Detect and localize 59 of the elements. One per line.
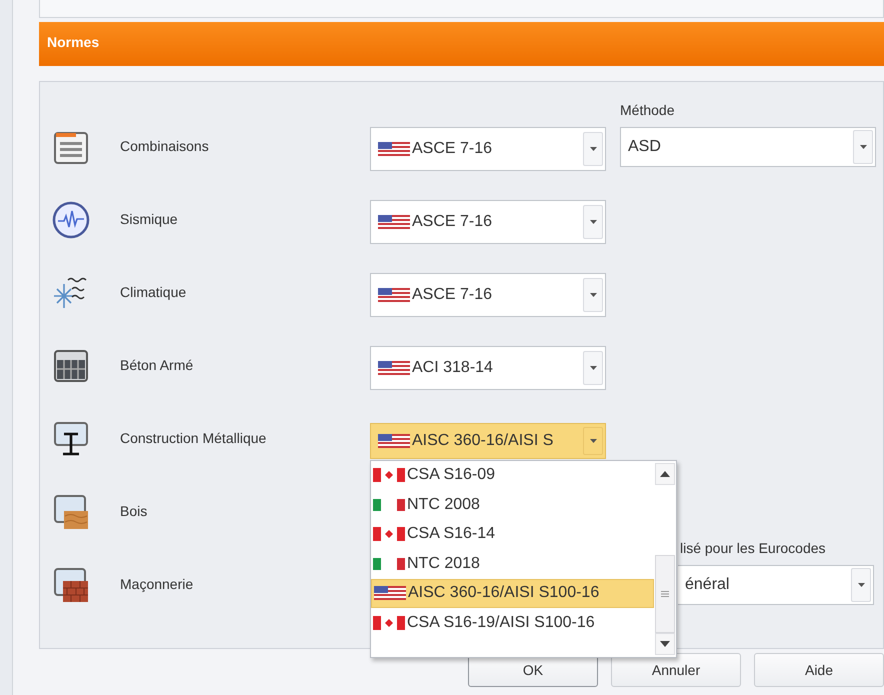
caret-icon	[860, 145, 866, 149]
dropdown-option[interactable]: CSA S16-19/AISI S100-16	[371, 608, 654, 638]
dropdown-field[interactable]: ASD	[620, 127, 876, 167]
caret-icon	[590, 146, 596, 150]
us-flag-icon	[378, 288, 410, 302]
standard-label: Béton Armé	[120, 356, 194, 375]
field-label: lisé pour les Eurocodes	[680, 539, 827, 558]
scroll-up-button[interactable]	[655, 462, 675, 484]
us-flag-icon	[378, 142, 410, 156]
standard-label: Sismique	[120, 210, 178, 229]
us-flag-icon	[378, 434, 410, 448]
standard-label: Maçonnerie	[120, 575, 194, 594]
caret-icon	[858, 583, 864, 587]
dropdown-button[interactable]	[851, 568, 871, 602]
standard-label: Bois	[120, 502, 148, 521]
dropdown-button[interactable]	[583, 204, 603, 238]
canada-flag-icon	[373, 616, 405, 630]
dropdown-button[interactable]	[853, 130, 873, 164]
dropdown-option[interactable]: NTC 2018	[371, 549, 654, 578]
seismograph-icon	[52, 200, 90, 238]
dropdown-field[interactable]: ACI 318-14	[370, 346, 606, 390]
canada-flag-icon	[373, 468, 405, 482]
wood-panel-icon	[52, 492, 90, 530]
caret-icon	[590, 220, 596, 224]
dropdown-option[interactable]: CSA S16-09	[371, 460, 654, 490]
caret-icon	[590, 292, 596, 296]
dropdown-field[interactable]: ASCE 7-16	[370, 200, 606, 244]
up-arrow-icon	[660, 470, 670, 476]
i-beam-icon	[52, 420, 90, 458]
dropdown-field[interactable]: énéral	[678, 565, 874, 605]
italy-flag-icon	[373, 556, 405, 571]
dropdown-option[interactable]: AISC 360-16/AISI S100-16	[371, 578, 654, 608]
canada-flag-icon	[373, 527, 405, 542]
us-flag-icon	[378, 214, 410, 228]
scroll-down-button[interactable]	[655, 632, 675, 654]
brick-wall-icon	[52, 566, 90, 604]
dropdown-button[interactable]	[583, 426, 603, 454]
grip-icon	[661, 590, 669, 596]
dialog-button[interactable]: Annuler	[611, 653, 741, 687]
standard-label: Combinaisons	[120, 137, 209, 156]
down-arrow-icon	[660, 640, 670, 646]
dropdown-field[interactable]: ASCE 7-16	[370, 272, 606, 316]
dropdown-option[interactable]: NTC 2008	[371, 490, 654, 520]
dropdown-button[interactable]	[583, 132, 603, 166]
caret-icon	[590, 438, 596, 442]
scrollbar-thumb[interactable]	[655, 554, 675, 632]
field-label: Méthode	[620, 101, 676, 120]
us-flag-icon	[378, 360, 410, 374]
caret-icon	[590, 366, 596, 370]
section-header: Normes	[39, 22, 884, 66]
dropdown-option[interactable]: CSA S16-14	[371, 520, 654, 549]
dialog-button[interactable]: Aide	[754, 653, 884, 687]
dropdown-field[interactable]: ASCE 7-16	[370, 126, 606, 170]
us-flag-icon	[374, 586, 406, 600]
dropdown-button[interactable]	[583, 350, 603, 384]
italy-flag-icon	[373, 498, 405, 512]
standard-label: Climatique	[120, 283, 186, 302]
standard-label: Construction Métallique	[120, 429, 266, 448]
dropdown-button[interactable]	[583, 278, 603, 312]
